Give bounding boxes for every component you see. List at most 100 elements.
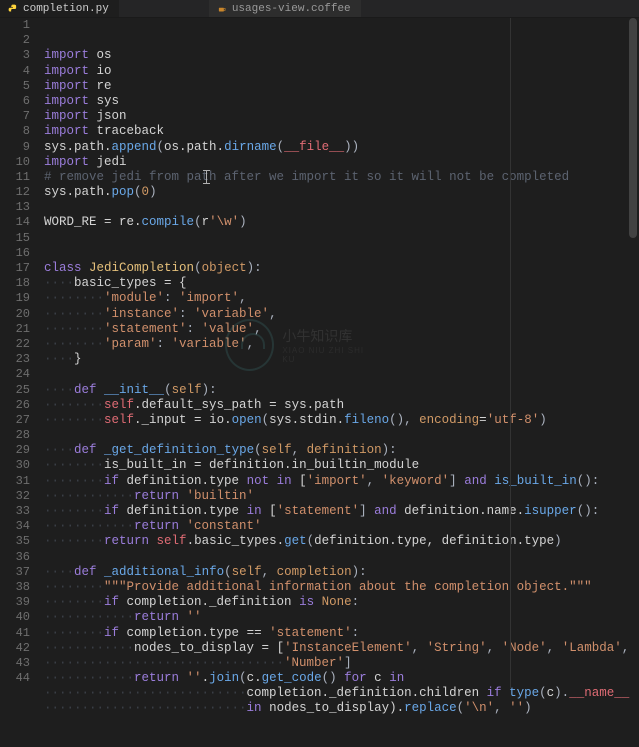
line-number: 1: [0, 18, 30, 33]
code-line[interactable]: ············return 'builtin': [44, 489, 639, 504]
code-line[interactable]: class JediCompletion(object):: [44, 261, 639, 276]
line-number: 13: [0, 200, 30, 215]
line-number: 12: [0, 185, 30, 200]
code-line[interactable]: ········'statement': 'value',: [44, 322, 639, 337]
line-number: 23: [0, 352, 30, 367]
line-number: 39: [0, 595, 30, 610]
code-line[interactable]: sys.path.append(os.path.dirname(__file__…: [44, 140, 639, 155]
code-line[interactable]: sys.path.pop(0): [44, 185, 639, 200]
code-line[interactable]: ········self.default_sys_path = sys.path: [44, 398, 639, 413]
line-number: 37: [0, 565, 30, 580]
code-line[interactable]: ····}: [44, 352, 639, 367]
code-line[interactable]: import os: [44, 48, 639, 63]
code-line[interactable]: ········'module': 'import',: [44, 291, 639, 306]
code-line[interactable]: ········return self.basic_types.get(defi…: [44, 534, 639, 549]
line-number: 29: [0, 443, 30, 458]
vertical-scrollbar[interactable]: [627, 18, 639, 688]
line-number: 34: [0, 519, 30, 534]
line-number: 32: [0, 489, 30, 504]
line-number: 6: [0, 94, 30, 109]
code-line[interactable]: ········"""Provide additional informatio…: [44, 580, 639, 595]
code-line[interactable]: ········if definition.type not in ['impo…: [44, 474, 639, 489]
tab-label: usages-view.coffee: [232, 3, 351, 15]
code-line[interactable]: [44, 246, 639, 261]
line-number: 26: [0, 398, 30, 413]
line-number: 18: [0, 276, 30, 291]
line-number: 3: [0, 48, 30, 63]
line-number: 8: [0, 124, 30, 139]
code-line[interactable]: [44, 200, 639, 215]
line-number: 7: [0, 109, 30, 124]
line-number: 41: [0, 626, 30, 641]
code-line[interactable]: [44, 367, 639, 382]
editor: 1234567891011121314151617181920212223242…: [0, 18, 639, 688]
code-line[interactable]: [44, 550, 639, 565]
code-line[interactable]: WORD_RE = re.compile(r'\w'): [44, 215, 639, 230]
line-number: 16: [0, 246, 30, 261]
line-number: 25: [0, 383, 30, 398]
line-number: 35: [0, 534, 30, 549]
line-number: 2: [0, 33, 30, 48]
code-line[interactable]: ····def _get_definition_type(self, defin…: [44, 443, 639, 458]
code-line[interactable]: import io: [44, 64, 639, 79]
code-line[interactable]: ········'param': 'variable',: [44, 337, 639, 352]
code-line[interactable]: ····def _additional_info(self, completio…: [44, 565, 639, 580]
line-number: 31: [0, 474, 30, 489]
coffee-icon: [217, 4, 227, 14]
line-number: 28: [0, 428, 30, 443]
code-line[interactable]: ···························in nodes_to_d…: [44, 701, 639, 716]
code-line[interactable]: import re: [44, 79, 639, 94]
code-line[interactable]: [44, 428, 639, 443]
tab-usages-view[interactable]: usages-view.coffee: [209, 0, 361, 17]
line-number: 14: [0, 215, 30, 230]
code-line[interactable]: import sys: [44, 94, 639, 109]
line-number: 5: [0, 79, 30, 94]
tab-label: completion.py: [23, 3, 109, 15]
tab-bar: completion.py usages-view.coffee: [0, 0, 639, 18]
code-line[interactable]: ········if definition.type in ['statemen…: [44, 504, 639, 519]
tab-completion-py[interactable]: completion.py: [0, 0, 119, 17]
line-number: 33: [0, 504, 30, 519]
line-number: 24: [0, 367, 30, 382]
line-number: 42: [0, 641, 30, 656]
code-line[interactable]: [44, 231, 639, 246]
python-icon: [8, 4, 18, 14]
line-number: 36: [0, 550, 30, 565]
code-line[interactable]: import json: [44, 109, 639, 124]
line-number: 20: [0, 307, 30, 322]
line-number: 9: [0, 140, 30, 155]
code-line[interactable]: import jedi: [44, 155, 639, 170]
line-number: 11: [0, 170, 30, 185]
line-number: 40: [0, 610, 30, 625]
code-line[interactable]: ········if completion.type == 'statement…: [44, 626, 639, 641]
line-number: 38: [0, 580, 30, 595]
code-line[interactable]: import traceback: [44, 124, 639, 139]
line-number: 19: [0, 291, 30, 306]
code-line[interactable]: ············nodes_to_display = ['Instanc…: [44, 641, 639, 656]
line-number: 44: [0, 671, 30, 686]
line-number: 17: [0, 261, 30, 276]
code-line[interactable]: ································'Number'…: [44, 656, 639, 671]
code-line[interactable]: # remove jedi from path after we import …: [44, 170, 639, 185]
code-line[interactable]: ········'instance': 'variable',: [44, 307, 639, 322]
code-line[interactable]: ········if completion._definition is Non…: [44, 595, 639, 610]
line-number: 22: [0, 337, 30, 352]
code-line[interactable]: ············return 'constant': [44, 519, 639, 534]
code-line[interactable]: ····basic_types = {: [44, 276, 639, 291]
minimap-divider: [510, 18, 511, 688]
code-line[interactable]: ········self._input = io.open(sys.stdin.…: [44, 413, 639, 428]
line-number: 4: [0, 64, 30, 79]
line-number: 30: [0, 458, 30, 473]
scrollbar-thumb[interactable]: [629, 18, 637, 238]
line-number: 21: [0, 322, 30, 337]
line-number: 10: [0, 155, 30, 170]
code-line[interactable]: ············return '': [44, 610, 639, 625]
code-area[interactable]: import osimport ioimport reimport sysimp…: [40, 18, 639, 688]
code-line[interactable]: ···························completion._d…: [44, 686, 639, 701]
line-number: 15: [0, 231, 30, 246]
text-cursor: [206, 170, 207, 184]
code-line[interactable]: ········is_built_in = definition.in_buil…: [44, 458, 639, 473]
code-line[interactable]: ············return ''.join(c.get_code() …: [44, 671, 639, 686]
code-line[interactable]: ····def __init__(self):: [44, 383, 639, 398]
line-gutter: 1234567891011121314151617181920212223242…: [0, 18, 40, 688]
